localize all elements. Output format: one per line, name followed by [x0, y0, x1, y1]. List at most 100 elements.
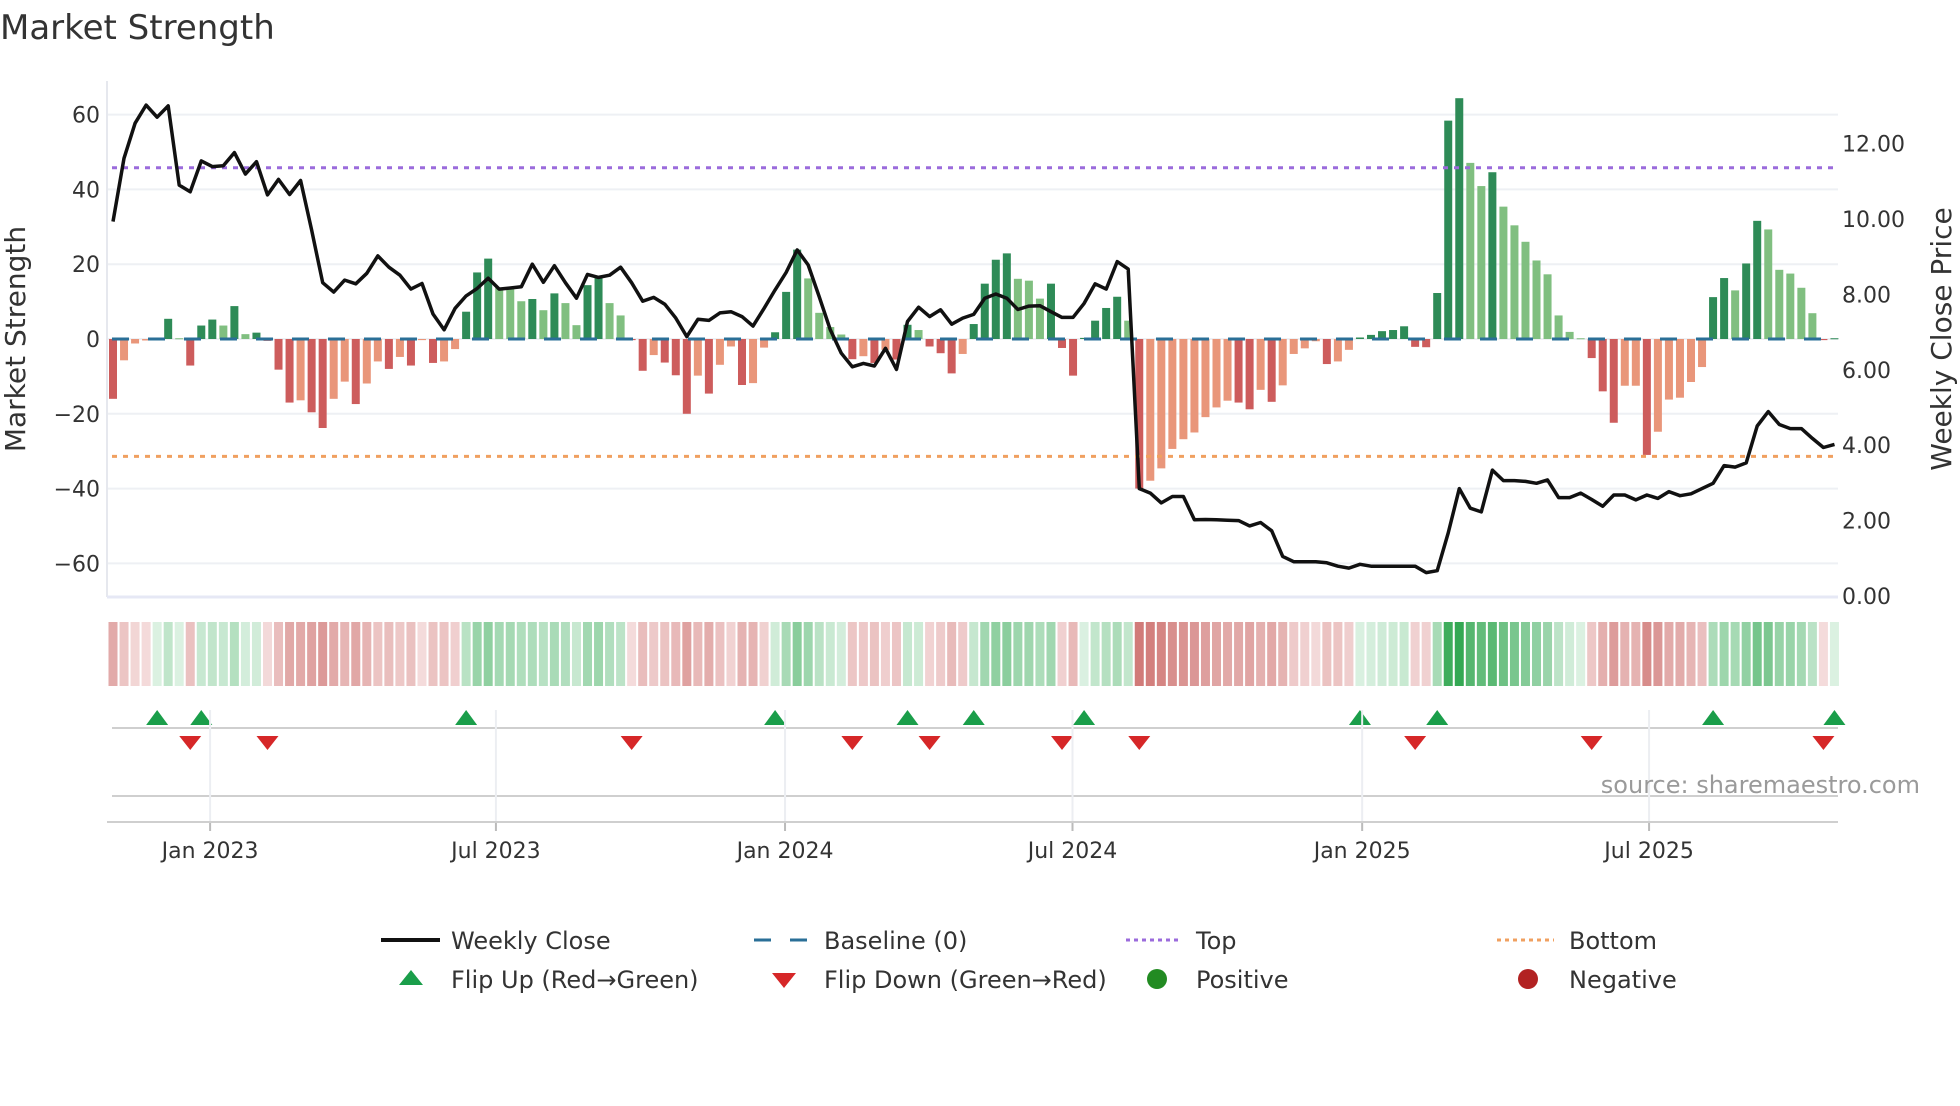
heatmap-cell: [1366, 622, 1376, 686]
negative-bar: [715, 339, 724, 365]
heatmap-cell: [505, 622, 515, 686]
heatmap-cell: [1454, 622, 1464, 686]
heatmap-cell: [671, 622, 681, 686]
heatmap-cell: [1057, 622, 1067, 686]
date-tick-label: Jan 2024: [735, 839, 834, 864]
flip-down-icon: [1580, 736, 1603, 750]
right-y-tick-label: 8.00: [1842, 283, 1891, 308]
heatmap-cell: [759, 622, 769, 686]
heatmap-cell: [494, 622, 504, 686]
positive-bar: [175, 338, 184, 340]
positive-bar: [594, 278, 603, 339]
negative-bar: [1223, 339, 1232, 401]
negative-bar: [1201, 339, 1210, 418]
negative-bar: [440, 339, 449, 362]
negative-bar: [859, 339, 868, 357]
heatmap-cell: [152, 622, 162, 686]
flip-down-icon: [1128, 736, 1151, 750]
positive-bar: [484, 258, 493, 339]
flip-up-icon: [146, 710, 169, 725]
flip-down-icon: [841, 736, 864, 750]
flip-down-icon: [179, 736, 202, 750]
heatmap-cell: [1576, 622, 1586, 686]
heatmap-cell: [174, 622, 184, 686]
y-tick-label: −60: [54, 552, 100, 577]
heatmap-cell: [847, 622, 857, 686]
heatmap-cell: [1377, 622, 1387, 686]
negative-bar: [749, 339, 758, 384]
heatmap-cell: [605, 622, 615, 686]
heatmap-cell: [1631, 622, 1641, 686]
y-tick-label: 20: [72, 253, 100, 278]
heatmap-cell: [1443, 622, 1453, 686]
heatmap-cell: [307, 622, 317, 686]
heatmap-cell: [1554, 622, 1564, 686]
negative-bar: [1234, 339, 1243, 403]
positive-bar: [550, 293, 559, 339]
heatmap-cell: [1752, 622, 1762, 686]
negative-bar: [947, 339, 956, 374]
heatmap-cell: [660, 622, 670, 686]
heatmap-cell: [1543, 622, 1553, 686]
negative-bar: [1179, 339, 1188, 440]
positive-bar: [1797, 287, 1806, 339]
negative-bar: [1675, 339, 1684, 398]
right-y-tick-label: 6.00: [1842, 359, 1891, 384]
heatmap-cell: [1035, 622, 1045, 686]
negative-bar: [1642, 339, 1651, 455]
heatmap-cell: [1498, 622, 1508, 686]
positive-bar: [1091, 320, 1100, 339]
heatmap-cell: [1565, 622, 1575, 686]
negative-bar: [649, 339, 658, 356]
heatmap-cell: [251, 622, 261, 686]
heatmap-cell: [274, 622, 284, 686]
heatmap-cell: [1532, 622, 1542, 686]
right-y-tick-label: 10.00: [1842, 208, 1905, 233]
positive-bar: [1455, 98, 1464, 339]
heatmap-cell: [947, 622, 957, 686]
negative-bar: [362, 339, 371, 384]
right-y-axis-label: Weekly Close Price: [1925, 207, 1958, 470]
positive-bar: [1720, 278, 1729, 339]
legend-positive-icon: [1147, 969, 1167, 989]
negative-bar: [1267, 339, 1276, 402]
flip-down-icon: [1812, 736, 1835, 750]
positive-bar: [473, 272, 482, 339]
positive-bar: [561, 303, 570, 339]
heatmap-cell: [726, 622, 736, 686]
heatmap-cell: [329, 622, 339, 686]
heatmap-cell: [1167, 622, 1177, 686]
heatmap-cell: [1101, 622, 1111, 686]
heatmap-cell: [925, 622, 935, 686]
negative-bar: [1664, 339, 1673, 400]
y-tick-label: −20: [54, 403, 100, 428]
heatmap-cell: [1465, 622, 1475, 686]
heatmap-cell: [1730, 622, 1740, 686]
heatmap-cell: [1333, 622, 1343, 686]
positive-bar: [219, 325, 228, 339]
heatmap-cell: [1002, 622, 1012, 686]
heatmap-cell: [958, 622, 968, 686]
positive-bar: [572, 325, 581, 339]
positive-bar: [1477, 186, 1486, 339]
negative-bar: [417, 339, 426, 341]
heatmap-cell: [836, 622, 846, 686]
positive-bar: [1532, 260, 1541, 339]
heatmap-cell: [1785, 622, 1795, 686]
negative-bar: [406, 339, 415, 366]
heatmap-cell: [1189, 622, 1199, 686]
flip-markers-panel: [112, 710, 1846, 797]
positive-bar: [1786, 273, 1795, 339]
positive-bar: [495, 287, 504, 339]
heatmap-cell: [748, 622, 758, 686]
flip-up-icon: [455, 710, 478, 725]
strength-bars: [109, 98, 1839, 489]
heatmap-cell: [693, 622, 703, 686]
heatmap-cell: [1178, 622, 1188, 686]
heatmap-cell: [1388, 622, 1398, 686]
flip-down-icon: [1404, 736, 1427, 750]
heatmap-cell: [1796, 622, 1806, 686]
right-y-axis-ticks: 12.00 10.00 8.00 6.00 4.00 2.00 0.00: [1842, 133, 1905, 610]
heatmap-cell: [560, 622, 570, 686]
heatmap-cell: [1432, 622, 1442, 686]
